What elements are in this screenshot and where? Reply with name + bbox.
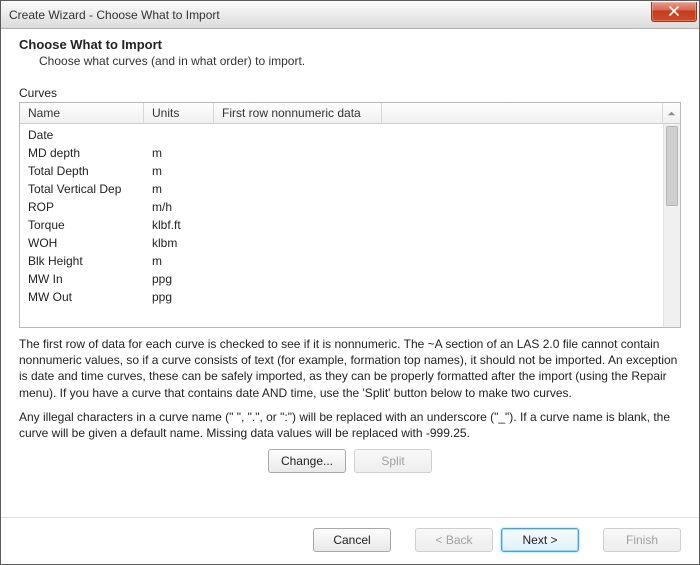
close-icon [669,6,679,16]
change-button[interactable]: Change... [268,449,346,473]
cell-units: m/h [144,200,214,214]
cell-name: Total Depth [20,164,144,178]
cell-name: MW In [20,272,144,286]
next-button[interactable]: Next > [501,528,579,552]
col-header-firstrow[interactable]: First row nonnumeric data [214,103,382,123]
dialog-window: Create Wizard - Choose What to Import Ch… [0,0,700,565]
cell-units [144,128,214,142]
cell-units: m [144,164,214,178]
table-row[interactable]: MW In ppg [20,270,663,288]
table-row[interactable]: Total Depth m [20,162,663,180]
split-button: Split [354,449,432,473]
table-row[interactable]: MD depth m [20,144,663,162]
cell-name: Total Vertical Dep [20,182,144,196]
cell-units: m [144,182,214,196]
cell-name: Date [20,128,144,142]
table-row[interactable]: MW Out ppg [20,288,663,306]
cell-name: MD depth [20,146,144,160]
table-header: Name Units First row nonnumeric data [20,103,680,124]
cell-units: ppg [144,272,214,286]
page-title: Choose What to Import [19,37,681,52]
cell-name: ROP [20,200,144,214]
table-row[interactable]: Torque klbf.ft [20,216,663,234]
finish-button: Finish [603,528,681,552]
scrollbar-thumb[interactable] [666,126,678,206]
vertical-scrollbar[interactable] [663,124,680,327]
wizard-header: Choose What to Import Choose what curves… [1,29,699,78]
cell-name: Blk Height [20,254,144,268]
center-button-row: Change... Split [19,449,681,473]
page-subtitle: Choose what curves (and in what order) t… [39,54,681,68]
window-title: Create Wizard - Choose What to Import [9,8,651,22]
wizard-body: Curves Name Units First row nonnumeric d… [1,78,699,517]
back-button: < Back [415,528,493,552]
scroll-up-icon[interactable] [662,103,680,123]
table-row[interactable]: Blk Height m [20,252,663,270]
info-paragraph-1: The first row of data for each curve is … [19,336,681,401]
cell-name: MW Out [20,290,144,304]
cell-name: WOH [20,236,144,250]
info-paragraph-2: Any illegal characters in a curve name (… [19,409,681,441]
wizard-footer: Cancel < Back Next > Finish [1,517,699,564]
col-header-units[interactable]: Units [144,103,214,123]
cancel-button[interactable]: Cancel [313,528,391,552]
table-row[interactable]: Date [20,126,663,144]
col-header-spacer [382,103,662,123]
curves-table: Name Units First row nonnumeric data Dat… [19,102,681,328]
col-header-name[interactable]: Name [20,103,144,123]
table-row[interactable]: WOH klbm [20,234,663,252]
table-row[interactable]: ROP m/h [20,198,663,216]
titlebar: Create Wizard - Choose What to Import [1,1,699,29]
cell-units: m [144,254,214,268]
cell-units: klbf.ft [144,218,214,232]
cell-units: ppg [144,290,214,304]
table-row[interactable]: Total Vertical Dep m [20,180,663,198]
table-body[interactable]: Date MD depth m Total Depth m Total Vert… [20,124,663,327]
curves-label: Curves [19,86,681,100]
cell-name: Torque [20,218,144,232]
close-button[interactable] [651,2,697,22]
cell-units: m [144,146,214,160]
cell-units: klbm [144,236,214,250]
